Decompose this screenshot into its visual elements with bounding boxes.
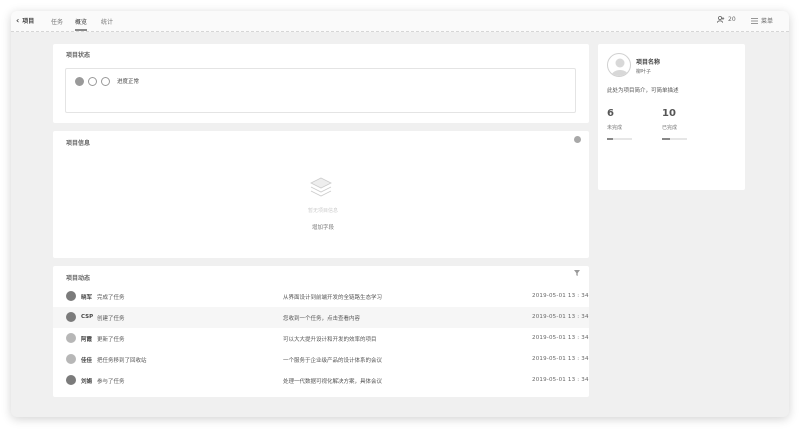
menu-label: 菜单 <box>761 18 774 25</box>
activity-user: CSP <box>81 314 94 320</box>
tab-statistics[interactable]: 统计 <box>101 17 113 26</box>
activity-user: 佳佳 <box>81 358 93 364</box>
project-avatar <box>607 53 631 77</box>
project-status-title: 项目状态 <box>66 52 91 59</box>
activity-row[interactable]: 刘娟 参与了任务 处理一代数据可视化解决方案，具体会议 2019-05-01 1… <box>53 370 589 391</box>
finished-count: 10 <box>662 108 676 119</box>
project-name: 项目名称 <box>636 59 661 66</box>
back-label: 项目 <box>22 18 35 25</box>
status-panel: 进度正常 <box>65 68 576 113</box>
user-avatar <box>66 375 76 385</box>
member-count: 20 <box>728 16 736 23</box>
activity-action: 更新了任务 <box>97 337 125 343</box>
activity-action: 参与了任务 <box>97 379 125 385</box>
project-profile-card: 项目名称 柳叶子 此处为项目简介，可简单描述 6 未完成 10 已完成 <box>598 44 745 190</box>
status-step-dot[interactable] <box>101 77 110 86</box>
project-activity-title: 项目动态 <box>66 275 91 282</box>
activity-action: 把任务移到了回收站 <box>97 358 147 364</box>
finished-progress-bar <box>662 138 687 140</box>
top-bar: ‹ 项目 任务 概览 统计 20 菜单 <box>11 11 789 32</box>
add-field-link[interactable]: 增加字段 <box>303 223 343 231</box>
activity-description[interactable]: 处理一代数据可视化解决方案，具体会议 <box>283 377 382 385</box>
user-avatar <box>66 333 76 343</box>
unfinished-progress-bar <box>607 138 632 140</box>
activity-row[interactable]: CSP 创建了任务 您收到一个任务，点击查看内容 2019-05-01 13 :… <box>53 307 589 328</box>
project-activity-card: 项目动态 晓军 完成了任务 从界面设计到前端开发的全链路生态学习 2019-05… <box>53 266 589 397</box>
progress-fill <box>662 138 670 140</box>
progress-fill <box>607 138 614 140</box>
project-info-card: 项目信息 暂无项目信息 增加字段 <box>53 131 589 258</box>
user-avatar <box>66 291 76 301</box>
activity-action: 完成了任务 <box>97 295 125 301</box>
activity-description[interactable]: 从界面设计到前端开发的全链路生态学习 <box>283 293 382 301</box>
activity-user: 阿霞 <box>81 337 93 343</box>
empty-state-text: 暂无项目信息 <box>307 208 338 214</box>
activity-row[interactable]: 阿霞 更新了任务 可以大大提升设计和开发的效率的项目 2019-05-01 13… <box>53 328 589 349</box>
activity-description[interactable]: 您收到一个任务，点击查看内容 <box>283 314 360 322</box>
project-owner: 柳叶子 <box>636 69 652 75</box>
activity-description[interactable]: 一个服务于企业级产品的设计体系的会议 <box>283 356 382 364</box>
finished-label: 已完成 <box>662 125 678 131</box>
activity-action: 创建了任务 <box>97 316 125 322</box>
user-avatar <box>66 354 76 364</box>
back-button[interactable]: ‹ 项目 <box>16 16 34 25</box>
activity-time: 2019-05-01 13 : 34 <box>532 314 589 320</box>
activity-description[interactable]: 可以大大提升设计和开发的效率的项目 <box>283 335 377 343</box>
user-avatar <box>66 312 76 322</box>
project-info-title: 项目信息 <box>66 140 91 147</box>
project-status-card: 项目状态 进度正常 <box>53 44 589 123</box>
user-placeholder-icon <box>611 58 629 76</box>
activity-user: 晓军 <box>81 295 93 301</box>
activity-row[interactable]: 晓军 完成了任务 从界面设计到前端开发的全链路生态学习 2019-05-01 1… <box>53 286 589 307</box>
chevron-left-icon: ‹ <box>16 15 20 25</box>
app-window: ‹ 项目 任务 概览 统计 20 菜单 项目状态 进度正常 项目信息 暂无项目信… <box>11 11 789 417</box>
unfinished-label: 未完成 <box>607 125 623 131</box>
filter-icon[interactable] <box>574 270 580 276</box>
members-icon <box>717 16 725 23</box>
activity-time: 2019-05-01 13 : 34 <box>532 356 589 362</box>
activity-time: 2019-05-01 13 : 34 <box>532 335 589 341</box>
unfinished-count: 6 <box>607 108 614 119</box>
status-label: 进度正常 <box>117 79 140 85</box>
menu-button[interactable]: 菜单 <box>751 16 773 25</box>
activity-time: 2019-05-01 13 : 34 <box>532 293 589 299</box>
tab-overview[interactable]: 概览 <box>75 17 88 31</box>
menu-icon <box>751 17 758 24</box>
status-step-dot[interactable] <box>75 77 84 86</box>
activity-time: 2019-05-01 13 : 34 <box>532 377 589 383</box>
activity-user: 刘娟 <box>81 379 93 385</box>
members-button[interactable]: 20 <box>717 16 736 23</box>
empty-state-icon <box>310 177 332 197</box>
activity-row[interactable]: 佳佳 把任务移到了回收站 一个服务于企业级产品的设计体系的会议 2019-05-… <box>53 349 589 370</box>
tab-tasks[interactable]: 任务 <box>51 17 63 26</box>
status-step-dot[interactable] <box>88 77 97 86</box>
project-intro: 此处为项目简介，可简单描述 <box>607 88 679 94</box>
settings-icon[interactable] <box>574 136 581 143</box>
